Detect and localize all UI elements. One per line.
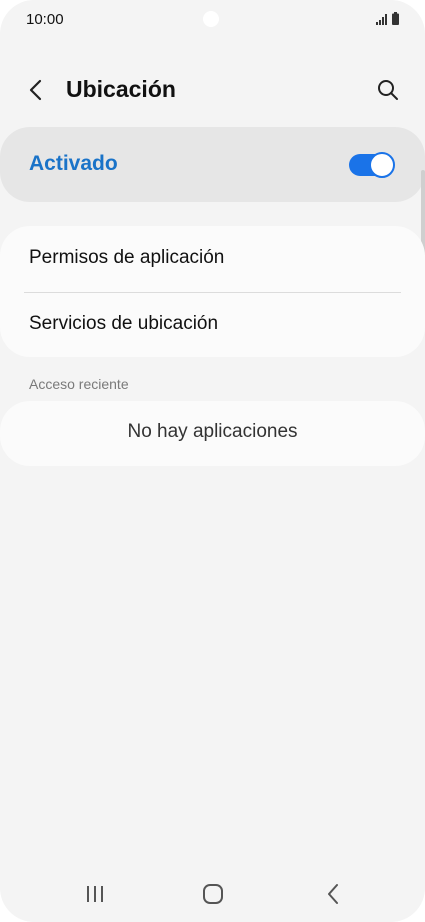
- menu-item-label: Servicios de ubicación: [29, 313, 219, 334]
- signal-icon: [376, 14, 387, 25]
- front-camera: [203, 11, 219, 27]
- location-master-toggle[interactable]: Activado: [0, 127, 425, 202]
- master-toggle-label: Activado: [29, 152, 118, 175]
- app-header: Ubicación: [0, 68, 425, 112]
- switch-knob: [369, 152, 395, 178]
- recent-access-card: No hay aplicaciones: [0, 401, 425, 466]
- recent-access-empty-text: No hay aplicaciones: [127, 421, 298, 442]
- back-icon[interactable]: [320, 881, 346, 907]
- battery-icon: [392, 12, 399, 25]
- back-arrow-icon[interactable]: [26, 78, 46, 102]
- status-time: 10:00: [26, 11, 64, 28]
- navigation-bar: [0, 866, 425, 922]
- page-title: Ubicación: [66, 76, 176, 102]
- recent-access-heading: Acceso reciente: [29, 376, 129, 392]
- location-switch[interactable]: [349, 152, 395, 178]
- status-bar: 10:00: [0, 0, 425, 40]
- status-icons: [376, 12, 399, 25]
- menu-item-location-services[interactable]: Servicios de ubicación: [0, 292, 425, 357]
- phone-screen: 10:00 Ubicación Activado Permisos de apl…: [0, 0, 425, 922]
- search-icon[interactable]: [377, 79, 399, 101]
- settings-menu-card: Permisos de aplicación Servicios de ubic…: [0, 226, 425, 357]
- recents-icon[interactable]: [82, 881, 108, 907]
- home-icon[interactable]: [200, 881, 226, 907]
- menu-item-app-permissions[interactable]: Permisos de aplicación: [0, 226, 425, 291]
- menu-item-label: Permisos de aplicación: [29, 247, 225, 268]
